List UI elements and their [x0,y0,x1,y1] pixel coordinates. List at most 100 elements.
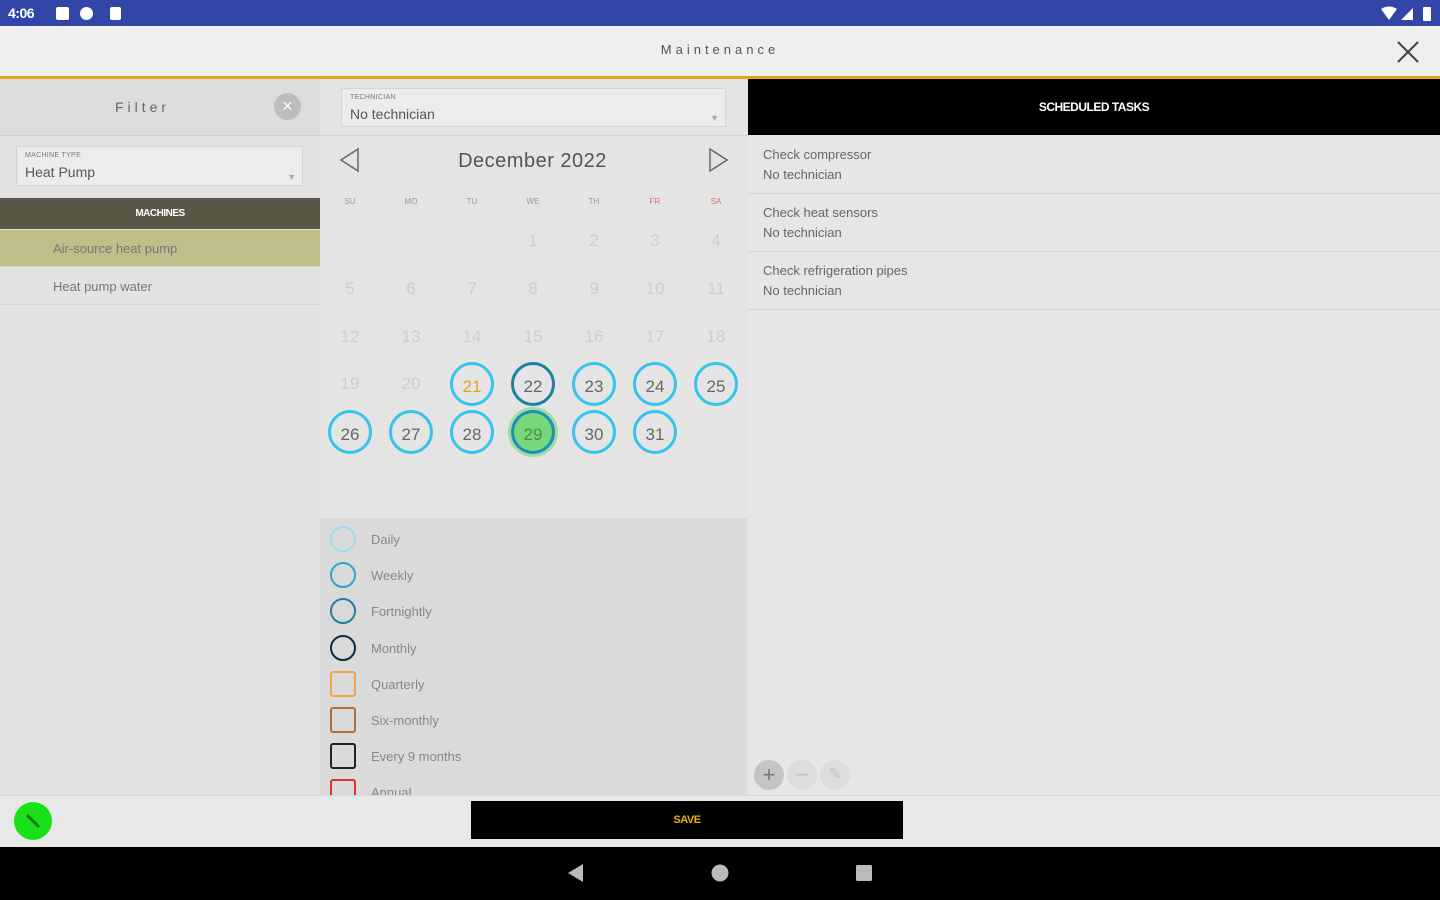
sd-card-icon [110,7,121,20]
calendar-day-scheduled[interactable]: 24 [633,362,677,406]
machine-type-select[interactable]: MACHINE TYPE Heat Pump ▼ [16,146,303,186]
square-marker-icon [330,743,356,770]
machines-header: MACHINES [0,198,320,229]
next-month-icon[interactable] [704,146,732,174]
calendar-day: 2 [589,231,599,250]
wrench-fab-icon[interactable] [14,802,52,840]
calendar-day: 12 [340,327,360,346]
legend-label: Daily [371,532,400,547]
status-time: 4:06 [8,5,35,21]
calendar-day: 6 [406,279,416,298]
calendar-day: 8 [528,279,538,298]
machine-item[interactable]: Air-source heat pump [0,230,320,267]
save-button[interactable]: SAVE [471,801,903,839]
system-nav-bar [0,847,1440,900]
weekday-label: SA [710,197,722,206]
add-task-icon[interactable]: + [754,760,784,790]
month-title: December 2022 [458,150,607,172]
clear-filter-icon[interactable]: × [274,93,301,120]
calendar-day-scheduled[interactable]: 29 [511,410,555,454]
calendar-day-scheduled[interactable]: 28 [450,410,494,454]
status-bar: 4:06 [0,0,1440,26]
calendar-day-scheduled[interactable]: 22 [511,362,555,406]
scheduled-tasks-header: SCHEDULED TASKS [748,79,1440,135]
legend-label: Weekly [371,568,414,584]
calendar-day: 10 [645,279,665,298]
back-nav-icon[interactable] [565,862,585,884]
task-name: Check refrigeration pipes [763,263,908,278]
machine-item[interactable]: Heat pump water [0,268,320,305]
prev-month-icon[interactable] [336,146,364,174]
calendar-day: 14 [462,327,482,346]
square-marker-icon [330,670,356,697]
calendar-day-scheduled[interactable]: 30 [572,410,616,454]
task-technician: No technician [763,167,842,182]
legend-label: Monthly [371,640,417,656]
filter-header: Filter × [0,79,320,136]
calendar-day: 18 [706,327,726,346]
calendar-day-scheduled[interactable]: 26 [328,410,372,454]
calendar-day: 4 [711,231,721,250]
machine-type-caption: MACHINE TYPE [25,152,81,159]
calendar-day: 3 [650,231,660,250]
technician-select[interactable]: TECHNICIAN No technician ▼ [341,88,726,127]
task-name: Check compressor [763,147,872,162]
calendar-day: 20 [401,374,421,393]
chevron-down-icon: ▼ [710,113,719,123]
calendar-day: 17 [645,327,665,346]
filter-title: Filter [114,99,171,115]
task-name: Check heat sensors [763,205,878,220]
legend-label: Fortnightly [371,604,432,620]
calendar-day: 16 [584,327,604,346]
legend-label: Six-monthly [371,713,439,728]
square-marker-icon [330,707,356,733]
circle-marker-icon [330,634,356,661]
signal-battery-icon [1381,6,1431,21]
calendar-day: 11 [707,279,725,298]
technician-caption: TECHNICIAN [350,94,396,101]
circle-marker-icon [330,562,356,589]
app-notification-icon [80,7,93,20]
close-icon[interactable] [1394,38,1422,66]
weekday-label: FR [649,197,661,206]
square-marker-icon [330,779,356,795]
calendar-day: 1 [528,231,538,250]
weekday-label: WE [526,197,540,206]
calendar-day-scheduled[interactable]: 25 [694,362,738,406]
weekday-label: MO [404,197,418,206]
technician-value: No technician [350,106,435,122]
calendar-day: 7 [467,279,477,298]
home-nav-icon[interactable] [710,863,730,883]
calendar-day-scheduled[interactable]: 27 [389,410,433,454]
calendar-day: 5 [345,279,355,298]
task-item[interactable]: Check refrigeration pipes No technician [748,252,1440,310]
calendar-day: 13 [401,327,421,346]
calendar-day: 19 [340,374,360,393]
task-item[interactable]: Check heat sensors No technician [748,194,1440,252]
legend-label: Every 9 months [371,749,462,765]
weekday-label: SU [344,197,356,206]
app-bar: Maintenance [0,26,1440,79]
legend-label: Annual [371,785,412,795]
legend-label: Quarterly [371,676,425,692]
task-technician: No technician [763,283,842,298]
circle-marker-icon [330,598,356,625]
machine-type-value: Heat Pump [25,164,96,180]
page-title: Maintenance [660,42,780,57]
calendar-day: 9 [589,279,599,298]
calendar-day-scheduled[interactable]: 23 [572,362,616,406]
edit-task-icon[interactable]: ✎ [820,760,850,790]
calendar-day: 15 [523,327,543,346]
chevron-down-icon: ▼ [287,172,296,182]
frequency-legend: Daily Weekly Fortnightly Monthly Quarterly Si… [320,518,747,795]
weekday-label: TH [588,197,600,206]
task-technician: No technician [763,225,842,240]
recents-nav-icon[interactable] [855,864,873,882]
weekday-label: TU [466,197,478,206]
remove-task-icon[interactable]: − [787,760,817,790]
task-item[interactable]: Check compressor No technician [748,136,1440,194]
calendar-day-scheduled[interactable]: 21 [450,362,494,406]
circle-marker-icon [330,526,356,552]
calendar-day-scheduled[interactable]: 31 [633,410,677,454]
notification-icon [56,7,69,20]
